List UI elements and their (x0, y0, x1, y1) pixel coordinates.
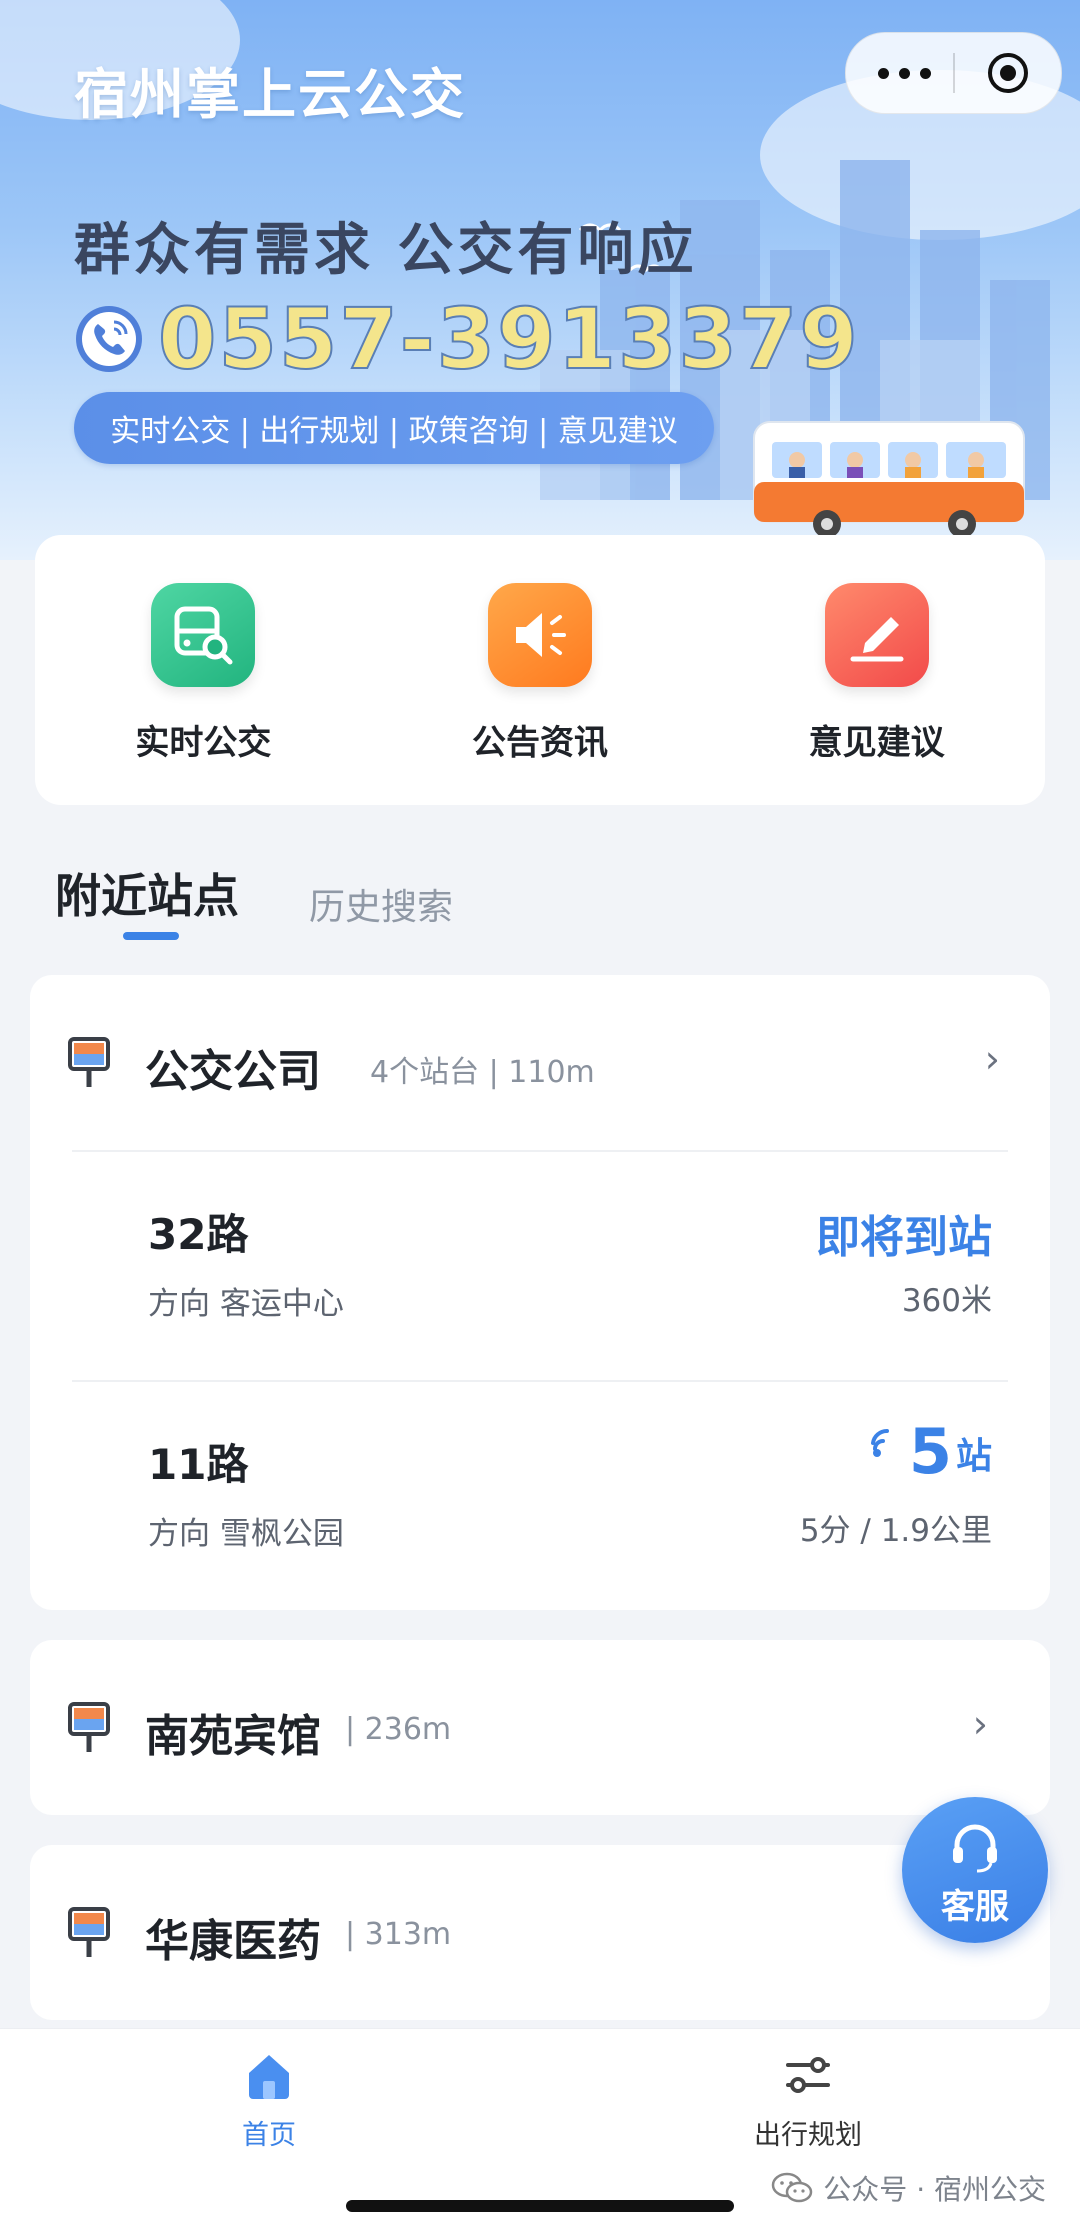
edit-pencil-icon (824, 583, 929, 687)
route-row[interactable]: 11路 方向 雪枫公园 5 站 5分 / 1.9公里 (30, 1383, 1050, 1610)
speaker-icon (487, 583, 592, 687)
quick-actions-card: 实时公交 公告资讯 意见建议 (35, 535, 1045, 805)
customer-service-label: 客服 (941, 1887, 1009, 1927)
phone-icon (76, 306, 142, 372)
home-indicator (346, 2200, 734, 2212)
close-miniprogram-icon[interactable] (986, 51, 1030, 95)
customer-service-button[interactable]: 客服 (902, 1797, 1048, 1943)
arrival-status: 即将到站 (816, 1212, 992, 1263)
chevron-right-icon: › (984, 1037, 1000, 1081)
tab-search-history[interactable]: 历史搜索 (309, 878, 453, 930)
station-name: 华康医药 (145, 1916, 321, 1967)
bus-stop-icon (68, 1037, 110, 1087)
nav-home[interactable]: 首页 (169, 2047, 369, 2152)
nav-route-plan[interactable]: 出行规划 (708, 2047, 908, 2152)
wechat-watermark: 公众号 · 宿州公交 (771, 2168, 1046, 2208)
station-meta: | 236m (345, 1712, 452, 1747)
hotline-number: 0557-3913379 (157, 289, 860, 389)
stops-unit: 站 (955, 1436, 992, 1477)
route-direction: 方向 雪枫公园 (148, 1516, 344, 1552)
arrival-eta: 5分 / 1.9公里 (799, 1513, 992, 1549)
station-header[interactable]: 公交公司 4个站台 | 110m › (30, 975, 1050, 1147)
chevron-right-icon: › (972, 1702, 988, 1746)
quick-action-label: 意见建议 (808, 723, 945, 763)
bus-search-icon (151, 583, 256, 687)
route-name: 32路 (148, 1210, 249, 1259)
bus-stop-icon (68, 1702, 110, 1752)
slogan-text: 群众有需求 公交有响应 (74, 218, 698, 283)
quick-action-feedback[interactable]: 意见建议 (757, 535, 997, 764)
hotline-row[interactable]: 0557-3913379 (74, 289, 860, 389)
divider (72, 1150, 1008, 1152)
route-row[interactable]: 32路 方向 客运中心 即将到站 360米 (30, 1153, 1050, 1381)
station-meta: | 313m (345, 1917, 452, 1952)
nav-label: 出行规划 (754, 2120, 862, 2151)
station-card: 公交公司 4个站台 | 110m › 32路 方向 客运中心 即将到站 360米… (30, 975, 1050, 1610)
quick-action-label: 公告资讯 (471, 723, 608, 763)
bus-stop-icon (68, 1907, 110, 1957)
watermark-text: 公众号 · 宿州公交 (823, 2173, 1046, 2206)
bus-illustration (753, 421, 1025, 538)
quick-action-announcements[interactable]: 公告资讯 (420, 535, 660, 764)
route-direction: 方向 客运中心 (148, 1286, 344, 1322)
stops-count: 5 (908, 1415, 952, 1488)
more-menu-icon[interactable] (874, 59, 934, 87)
quick-action-label: 实时公交 (135, 723, 272, 763)
home-icon (249, 2055, 289, 2099)
route-plan-icon (786, 2057, 830, 2093)
station-meta: 4个站台 | 110m (370, 1055, 595, 1090)
stops-away: 5 站 (869, 1421, 992, 1483)
tab-nearby-stations[interactable]: 附近站点 (55, 860, 239, 926)
header-banner: 宿州掌上云公交 群众有需求 公交有响应 0557-3913379 实时公交 | … (0, 0, 1080, 560)
capsule-divider (953, 53, 955, 93)
service-tags-pill: 实时公交 | 出行规划 | 政策咨询 | 意见建议 (74, 392, 714, 464)
quick-action-realtime-bus[interactable]: 实时公交 (83, 535, 323, 764)
wechat-icon (772, 2172, 813, 2203)
station-card[interactable]: 南苑宾馆 | 236m › (30, 1640, 1050, 1815)
station-name: 公交公司 (145, 1046, 321, 1097)
arrival-distance: 360米 (901, 1283, 992, 1319)
station-name: 南苑宾馆 (145, 1711, 321, 1762)
realtime-signal-icon (870, 1428, 889, 1457)
station-card[interactable]: 华康医药 | 313m (30, 1845, 1050, 2020)
route-name: 11路 (148, 1440, 249, 1489)
miniprogram-capsule (845, 32, 1062, 114)
divider (72, 1380, 1008, 1382)
headset-icon (953, 1824, 997, 1873)
app-title: 宿州掌上云公交 (74, 63, 466, 126)
nav-label: 首页 (242, 2120, 296, 2151)
active-tab-indicator (123, 932, 179, 940)
